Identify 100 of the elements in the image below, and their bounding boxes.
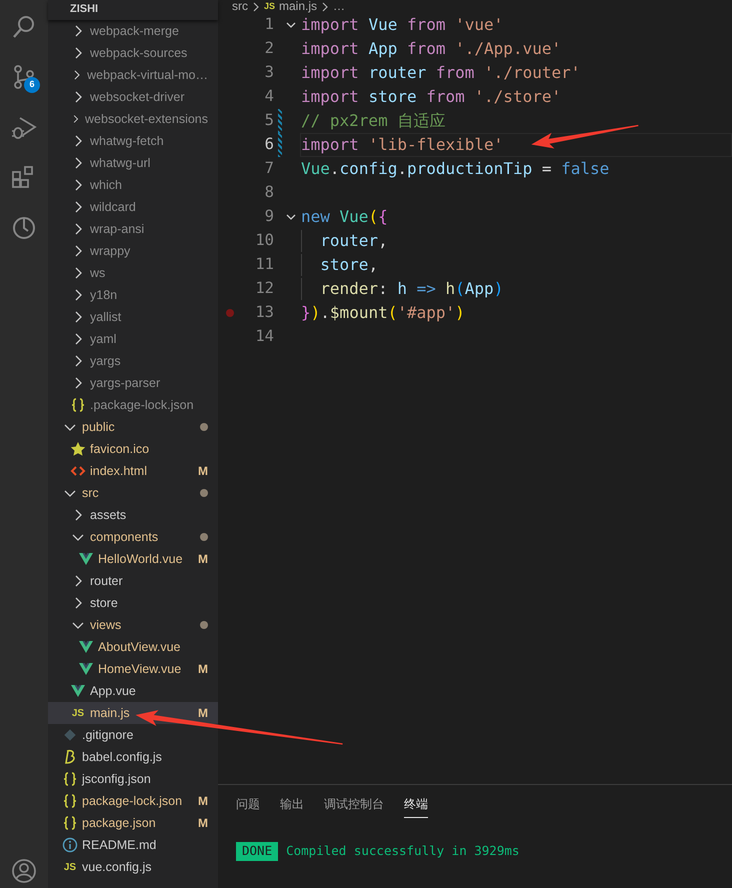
file-name: webpack-sources [90,44,188,62]
breadcrumb-item[interactable]: src [232,0,248,13]
file-name: assets [90,506,126,524]
folder-row[interactable]: src [48,482,218,504]
file-row[interactable]: App.vue [48,680,218,702]
folder-row[interactable]: ws [48,262,218,284]
file-name: yaml [90,330,116,348]
file-name: y18n [90,286,118,304]
folder-row[interactable]: webpack-virtual-mo… [48,64,218,86]
folder-row[interactable]: y18n [48,284,218,306]
file-name: wrap-ansi [90,220,144,238]
folder-row[interactable]: router [48,570,218,592]
file-name: yallist [90,308,122,326]
v-logo-icon [70,683,86,699]
folder-row[interactable]: wildcard [48,196,218,218]
panel-tab[interactable]: 终端 [404,793,428,818]
folder-row[interactable]: yargs [48,350,218,372]
v-logo-icon [78,551,94,567]
code-line: import router from './router' [301,63,580,82]
folder-row[interactable]: whatwg-fetch [48,130,218,152]
breadcrumb-more[interactable]: … [333,0,346,13]
file-row[interactable]: package-lock.json M [48,790,218,812]
file-name: components [90,528,158,546]
breadcrumb-item[interactable]: main.js [279,0,318,13]
folder-row[interactable]: store [48,592,218,614]
file-row[interactable]: package.json M [48,812,218,834]
folder-row[interactable]: wrappy [48,240,218,262]
star-icon [70,441,86,457]
file-row[interactable]: JS vue.config.js [48,856,218,878]
code-line: render: h => h(App) [319,279,504,298]
folder-row[interactable]: websocket-extensions [48,108,218,130]
branch-icon[interactable] [11,64,37,90]
file-name: store [90,594,118,612]
file-row[interactable]: favicon.ico [48,438,218,460]
file-name: which [90,176,122,194]
breakpoint-dot[interactable] [226,309,234,317]
folder-row[interactable]: yargs-parser [48,372,218,394]
folder-row[interactable]: components [48,526,218,548]
folder-row[interactable]: assets [48,504,218,526]
braces-icon [62,771,78,787]
folder-row[interactable]: webpack-merge [48,20,218,42]
code-line: import store from './store' [301,87,562,106]
explorer-title: ZISHI [48,0,218,20]
file-name: wildcard [90,198,136,216]
folder-row[interactable]: websocket-driver [48,86,218,108]
file-row[interactable]: HomeView.vue M [48,658,218,680]
folder-row[interactable]: views [48,614,218,636]
line-number: 12 [254,278,274,300]
file-row[interactable]: AboutView.vue [48,636,218,658]
line-number: 1 [264,14,274,36]
file-row[interactable]: babel.config.js [48,746,218,768]
code-line: new Vue({ [301,207,388,226]
line-number: 11 [254,254,274,276]
file-name: .gitignore [82,726,134,744]
file-name: yargs [90,352,121,370]
folder-row[interactable]: yaml [48,328,218,350]
file-row[interactable]: jsconfig.json [48,768,218,790]
chevron-right-icon [252,2,260,12]
folder-row[interactable]: webpack-sources [48,42,218,64]
file-row[interactable]: .gitignore [48,724,218,746]
js-icon: JS [62,860,78,874]
code-line: import 'lib-flexible' [301,135,504,154]
panel-tab[interactable]: 调试控制台 [324,793,384,818]
folder-row[interactable]: public [48,416,218,438]
file-name: views [90,616,122,634]
panel-tab[interactable]: 输出 [280,793,304,818]
file-row[interactable]: README.md [48,834,218,856]
file-name: jsconfig.json [82,770,151,788]
file-row[interactable]: HelloWorld.vue M [48,548,218,570]
git-status-letter: M [198,793,208,810]
file-row[interactable]: index.html M [48,460,218,482]
account-icon[interactable] [11,858,37,884]
file-row[interactable]: .package-lock.json [48,394,218,416]
b-letter-icon [62,749,78,765]
file-name: public [82,418,115,436]
file-name: main.js [90,704,130,722]
file-name: websocket-driver [90,88,184,106]
code-line: Vue.config.productionTip = false [301,159,610,178]
file-name: whatwg-url [90,154,150,172]
clock-icon[interactable] [11,214,37,240]
folder-row[interactable]: which [48,174,218,196]
line-number: 2 [264,38,274,60]
info-icon [62,837,78,853]
file-name: package.json [82,814,156,832]
line-number: 3 [264,62,274,84]
file-name: README.md [82,836,156,854]
js-icon: JS [70,706,86,720]
file-row[interactable]: JS main.js M [48,702,218,724]
panel-tab[interactable]: 问题 [236,793,260,818]
search-icon[interactable] [11,14,37,40]
folder-row[interactable]: yallist [48,306,218,328]
terminal-output: Compiled successfully in 3929ms [286,842,520,860]
folder-row[interactable]: whatwg-url [48,152,218,174]
file-name: AboutView.vue [98,638,180,656]
line-number: 8 [264,182,274,204]
file-name: App.vue [90,682,136,700]
folder-row[interactable]: wrap-ansi [48,218,218,240]
file-name: index.html [90,462,147,480]
v-logo-icon [78,661,94,677]
file-name: wrappy [90,242,130,260]
